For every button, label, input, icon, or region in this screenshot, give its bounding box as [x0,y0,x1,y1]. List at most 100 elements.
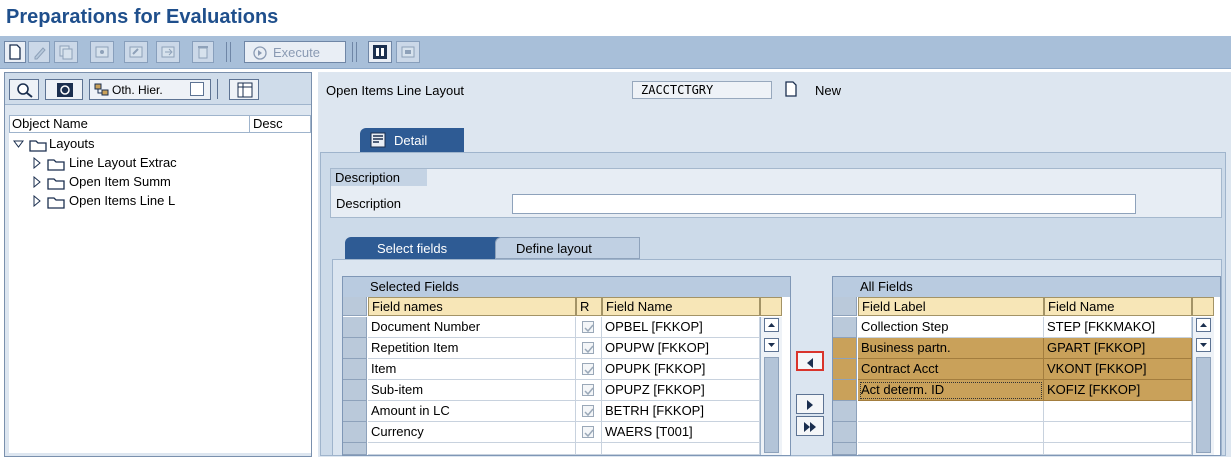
select-all-button[interactable] [343,297,367,316]
execute-button[interactable]: Execute [244,41,346,63]
cell-field-name [368,443,576,455]
header-r[interactable]: R [576,297,602,316]
row-selector[interactable] [343,443,367,455]
row-selector[interactable] [833,380,857,401]
tab-define-layout[interactable]: Define layout [495,237,640,259]
cell-field-label: Contract Acct [858,359,1044,380]
move-all-to-available-button[interactable] [796,416,824,436]
checkbox[interactable] [582,426,594,438]
scroll-thumb[interactable] [1196,357,1211,453]
checkbox[interactable] [582,384,594,396]
detail-body: Description Description Select fields De… [320,152,1226,456]
collapse-icon[interactable] [13,138,25,150]
vertical-scrollbar[interactable] [1192,317,1214,455]
other-hierarchy-button[interactable]: Oth. Hier. [89,79,211,100]
row-selector[interactable] [833,443,857,455]
page-title: Preparations for Evaluations [6,6,279,28]
transfer-icon[interactable] [156,41,180,63]
copy-icon[interactable] [54,41,78,63]
layout-icon[interactable] [229,79,259,100]
row-selector[interactable] [343,317,367,338]
cell-checkbox [576,380,602,401]
folder-icon [47,178,65,190]
row-selector[interactable] [343,338,367,359]
checkbox[interactable] [582,321,594,333]
transport-icon[interactable] [396,41,420,63]
cell-technical-name [602,443,760,455]
delete-icon[interactable] [192,41,214,63]
select-all-button[interactable] [833,297,857,316]
edit-icon[interactable] [28,41,50,63]
tree-node-open-item-summary[interactable]: Open Item Summ [31,173,303,191]
select-fields-panel: Selected Fields Field names R Field Name… [332,259,1222,456]
folder-open-icon [29,140,47,152]
header-column-settings[interactable] [760,297,782,316]
dropdown-icon[interactable] [190,82,204,96]
description-field[interactable] [512,194,1136,214]
hierarchy-icon [94,83,109,96]
info-icon[interactable] [368,41,392,63]
tree-node-layouts[interactable]: Layouts [13,135,303,153]
header-field-label[interactable]: Field Label [858,297,1044,316]
checkbox[interactable] [582,342,594,354]
change-icon[interactable] [124,41,148,63]
move-to-selected-button[interactable] [796,351,824,371]
header-field-name[interactable]: Field Name [1044,297,1192,316]
cell-technical-name: VKONT [FKKOP] [1044,359,1192,380]
display-icon[interactable] [90,41,114,63]
row-selector[interactable] [833,317,857,338]
tree-node-label: Open Items Line L [69,193,176,208]
cell-checkbox [576,401,602,422]
selected-fields-title: Selected Fields [343,277,790,297]
cell-checkbox [576,317,602,338]
new-document-icon[interactable] [4,41,26,63]
all-fields-title: All Fields [833,277,1220,297]
checkbox[interactable] [582,363,594,375]
navigation-toolbar: Oth. Hier. [5,73,311,105]
header-column-settings[interactable] [1192,297,1214,316]
tab-select-fields[interactable]: Select fields [345,237,500,259]
expand-icon[interactable] [31,195,43,207]
search-icon[interactable] [9,79,39,100]
toolbar-separator [230,42,231,62]
cell-field-name: Sub-item [368,380,576,401]
layout-name-field[interactable]: ZACCTCTGRY [632,81,772,99]
tree-node-open-items-line-layout[interactable]: Open Items Line L [31,192,303,210]
scroll-up-icon[interactable] [1196,318,1211,332]
selected-fields-table: Selected Fields Field names R Field Name… [342,276,791,456]
cell-technical-name: WAERS [T001] [602,422,760,443]
move-to-available-button[interactable] [796,394,824,414]
scroll-down-icon[interactable] [764,338,779,352]
column-object-name[interactable]: Object Name [10,116,250,132]
column-description[interactable]: Desc [251,116,309,132]
cell-technical-name: OPUPZ [FKKOP] [602,380,760,401]
header-field-names[interactable]: Field names [368,297,576,316]
folder-icon [47,159,65,171]
row-selector[interactable] [343,359,367,380]
row-selector[interactable] [343,401,367,422]
tree-node-line-layout-extraction[interactable]: Line Layout Extrac [31,154,303,172]
expand-icon[interactable] [31,157,43,169]
checkbox[interactable] [582,405,594,417]
row-selector[interactable] [833,401,857,422]
vertical-scrollbar[interactable] [760,317,782,455]
layout-label: Open Items Line Layout [326,83,465,98]
scroll-down-icon[interactable] [1196,338,1211,352]
row-selector[interactable] [833,338,857,359]
cell-checkbox [576,443,602,455]
row-selector[interactable] [833,359,857,380]
description-group: Description Description [330,168,1222,218]
cell-technical-name: BETRH [FKKOP] [602,401,760,422]
refresh-icon[interactable] [45,79,83,100]
row-selector[interactable] [343,380,367,401]
toolbar-separator [356,42,357,62]
row-selector[interactable] [343,422,367,443]
scroll-up-icon[interactable] [764,318,779,332]
scroll-thumb[interactable] [764,357,779,453]
row-selector[interactable] [833,422,857,443]
tree-node-label: Layouts [49,136,95,151]
header-field-name[interactable]: Field Name [602,297,760,316]
cell-field-name: Repetition Item [368,338,576,359]
expand-icon[interactable] [31,176,43,188]
tab-detail[interactable]: Detail [360,128,464,152]
